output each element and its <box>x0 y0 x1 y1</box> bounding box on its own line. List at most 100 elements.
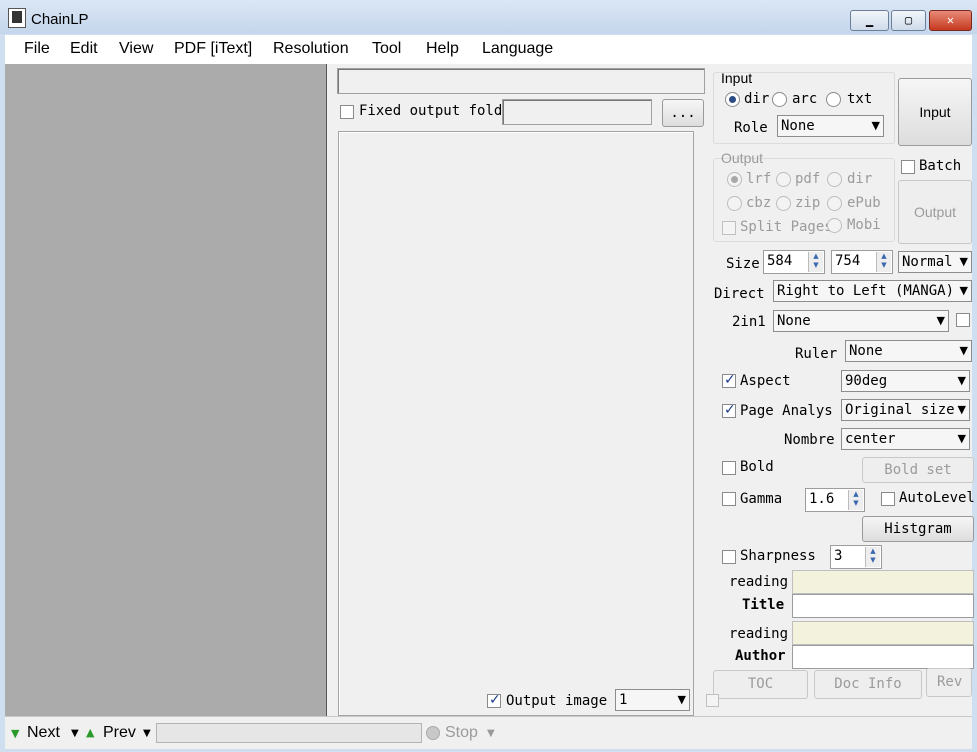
sharpness-value: 3 <box>834 548 843 564</box>
input-radio-dir[interactable] <box>725 92 740 107</box>
status-bar: ▼ Next ▼ ▲ Prev ▼ Stop ▼ <box>5 716 972 749</box>
output-group-title: Output <box>721 150 764 166</box>
spinner-arrows-icon[interactable]: ▲ ▼ <box>876 252 891 272</box>
prev-dropdown-icon[interactable]: ▼ <box>143 728 151 739</box>
output-image-select[interactable]: 1 <box>615 689 690 711</box>
title-label: Title <box>742 597 785 613</box>
output-radio-mobi-label: Mobi <box>847 217 881 233</box>
close-button[interactable]: ✕ <box>929 10 972 31</box>
twoin1-select[interactable]: None <box>773 310 949 332</box>
gamma-spinner[interactable]: 1.6 ▲ ▼ <box>805 488 865 512</box>
input-radio-txt-label: txt <box>847 91 873 107</box>
twoin1-checkbox[interactable] <box>956 313 970 327</box>
gamma-checkbox[interactable] <box>722 492 736 506</box>
prev-arrow-icon: ▲ <box>86 726 95 739</box>
output-radio-lrf[interactable] <box>727 172 742 187</box>
output-radio-epub[interactable] <box>827 196 842 211</box>
input-radio-arc[interactable] <box>772 92 787 107</box>
next-dropdown-icon[interactable]: ▼ <box>71 728 79 739</box>
size-height-spinner[interactable]: 754 ▲ ▼ <box>831 250 893 274</box>
output-radio-epub-label: ePub <box>847 195 881 211</box>
menu-help[interactable]: Help <box>426 40 459 58</box>
aspect-select[interactable]: 90deg <box>841 370 970 392</box>
output-radio-cbz[interactable] <box>727 196 742 211</box>
menu-edit[interactable]: Edit <box>70 40 98 58</box>
spinner-arrows-icon[interactable]: ▲ ▼ <box>808 252 823 272</box>
split-pages-checkbox[interactable] <box>722 221 736 235</box>
menu-file[interactable]: File <box>24 40 50 58</box>
title-reading-label: reading <box>729 574 789 590</box>
role-select[interactable]: None <box>777 115 884 137</box>
fixed-output-checkbox[interactable] <box>340 105 354 119</box>
spinner-arrows-icon[interactable]: ▲ ▼ <box>865 547 880 567</box>
histgram-button[interactable]: Histgram <box>862 516 974 542</box>
browse-button[interactable]: ... <box>662 99 704 127</box>
direct-select[interactable]: Right to Left (MANGA) <box>773 280 972 302</box>
bold-set-button[interactable]: Bold set <box>862 457 974 483</box>
nombre-select[interactable]: center <box>841 428 970 450</box>
window-title: ChainLP <box>31 11 89 28</box>
ruler-select[interactable]: None <box>845 340 972 362</box>
batch-label: Batch <box>919 158 962 174</box>
sharpness-label: Sharpness <box>740 548 816 564</box>
output-radio-zip-label: zip <box>795 195 821 211</box>
rev-button[interactable]: Rev <box>926 668 972 697</box>
input-radio-txt[interactable] <box>826 92 841 107</box>
doc-info-button[interactable]: Doc Info <box>814 670 922 699</box>
output-radio-dir[interactable] <box>827 172 842 187</box>
output-radio-pdf[interactable] <box>776 172 791 187</box>
menu-pdf[interactable]: PDF [iText] <box>174 40 252 58</box>
page-analysis-checkbox[interactable] <box>722 402 736 418</box>
output-radio-mobi[interactable] <box>827 218 842 233</box>
output-image-label: Output image <box>506 693 608 709</box>
menu-resolution[interactable]: Resolution <box>273 40 349 58</box>
input-radio-dir-label: dir <box>744 91 770 107</box>
title-field[interactable] <box>792 594 974 618</box>
output-radio-pdf-label: pdf <box>795 171 821 187</box>
bold-checkbox[interactable] <box>722 461 736 475</box>
output-radio-zip[interactable] <box>776 196 791 211</box>
input-group-title: Input <box>721 70 753 86</box>
size-width-spinner[interactable]: 584 ▲ ▼ <box>763 250 825 274</box>
author-label: Author <box>735 648 786 664</box>
autolevel-checkbox[interactable] <box>881 492 895 506</box>
output-image-checkbox[interactable] <box>487 692 501 708</box>
menu-tool[interactable]: Tool <box>372 40 401 58</box>
spinner-arrows-icon[interactable]: ▲ ▼ <box>848 490 863 510</box>
output-radio-cbz-label: cbz <box>746 195 772 211</box>
menu-language[interactable]: Language <box>482 40 553 58</box>
minimize-button[interactable]: ▁ <box>850 10 889 31</box>
size-width-value: 584 <box>767 253 793 269</box>
batch-checkbox[interactable] <box>901 160 915 174</box>
path-field[interactable] <box>337 68 705 94</box>
input-button[interactable]: Input <box>898 78 972 146</box>
size-mode-select[interactable]: Normal <box>898 251 972 273</box>
stop-button[interactable]: Stop <box>445 724 478 742</box>
extra-checkbox[interactable] <box>706 694 719 707</box>
file-list[interactable] <box>338 131 694 716</box>
output-button[interactable]: Output <box>898 180 972 244</box>
sharpness-checkbox[interactable] <box>722 550 736 564</box>
page-analysis-select[interactable]: Original size <box>841 399 970 421</box>
split-pages-label: Split Pages <box>740 219 833 235</box>
input-radio-arc-label: arc <box>792 91 818 107</box>
maximize-button[interactable]: ▢ <box>891 10 926 31</box>
size-height-value: 754 <box>835 253 861 269</box>
fixed-output-folder-field[interactable] <box>502 99 652 125</box>
author-field[interactable] <box>792 645 974 669</box>
stop-dropdown-icon[interactable]: ▼ <box>487 728 495 739</box>
gamma-value: 1.6 <box>809 491 835 507</box>
menu-view[interactable]: View <box>119 40 153 58</box>
size-label: Size <box>726 256 760 272</box>
title-reading-field[interactable] <box>792 570 974 594</box>
ruler-label: Ruler <box>795 346 838 362</box>
next-button[interactable]: Next <box>27 724 60 742</box>
author-reading-field[interactable] <box>792 621 974 645</box>
toc-button[interactable]: TOC <box>713 670 808 699</box>
sharpness-spinner[interactable]: 3 ▲ ▼ <box>830 545 882 569</box>
preview-pane[interactable] <box>5 64 327 716</box>
progress-bar <box>156 723 422 743</box>
aspect-checkbox[interactable] <box>722 372 736 388</box>
fixed-output-label: Fixed output folde <box>359 103 511 119</box>
prev-button[interactable]: Prev <box>103 724 136 742</box>
